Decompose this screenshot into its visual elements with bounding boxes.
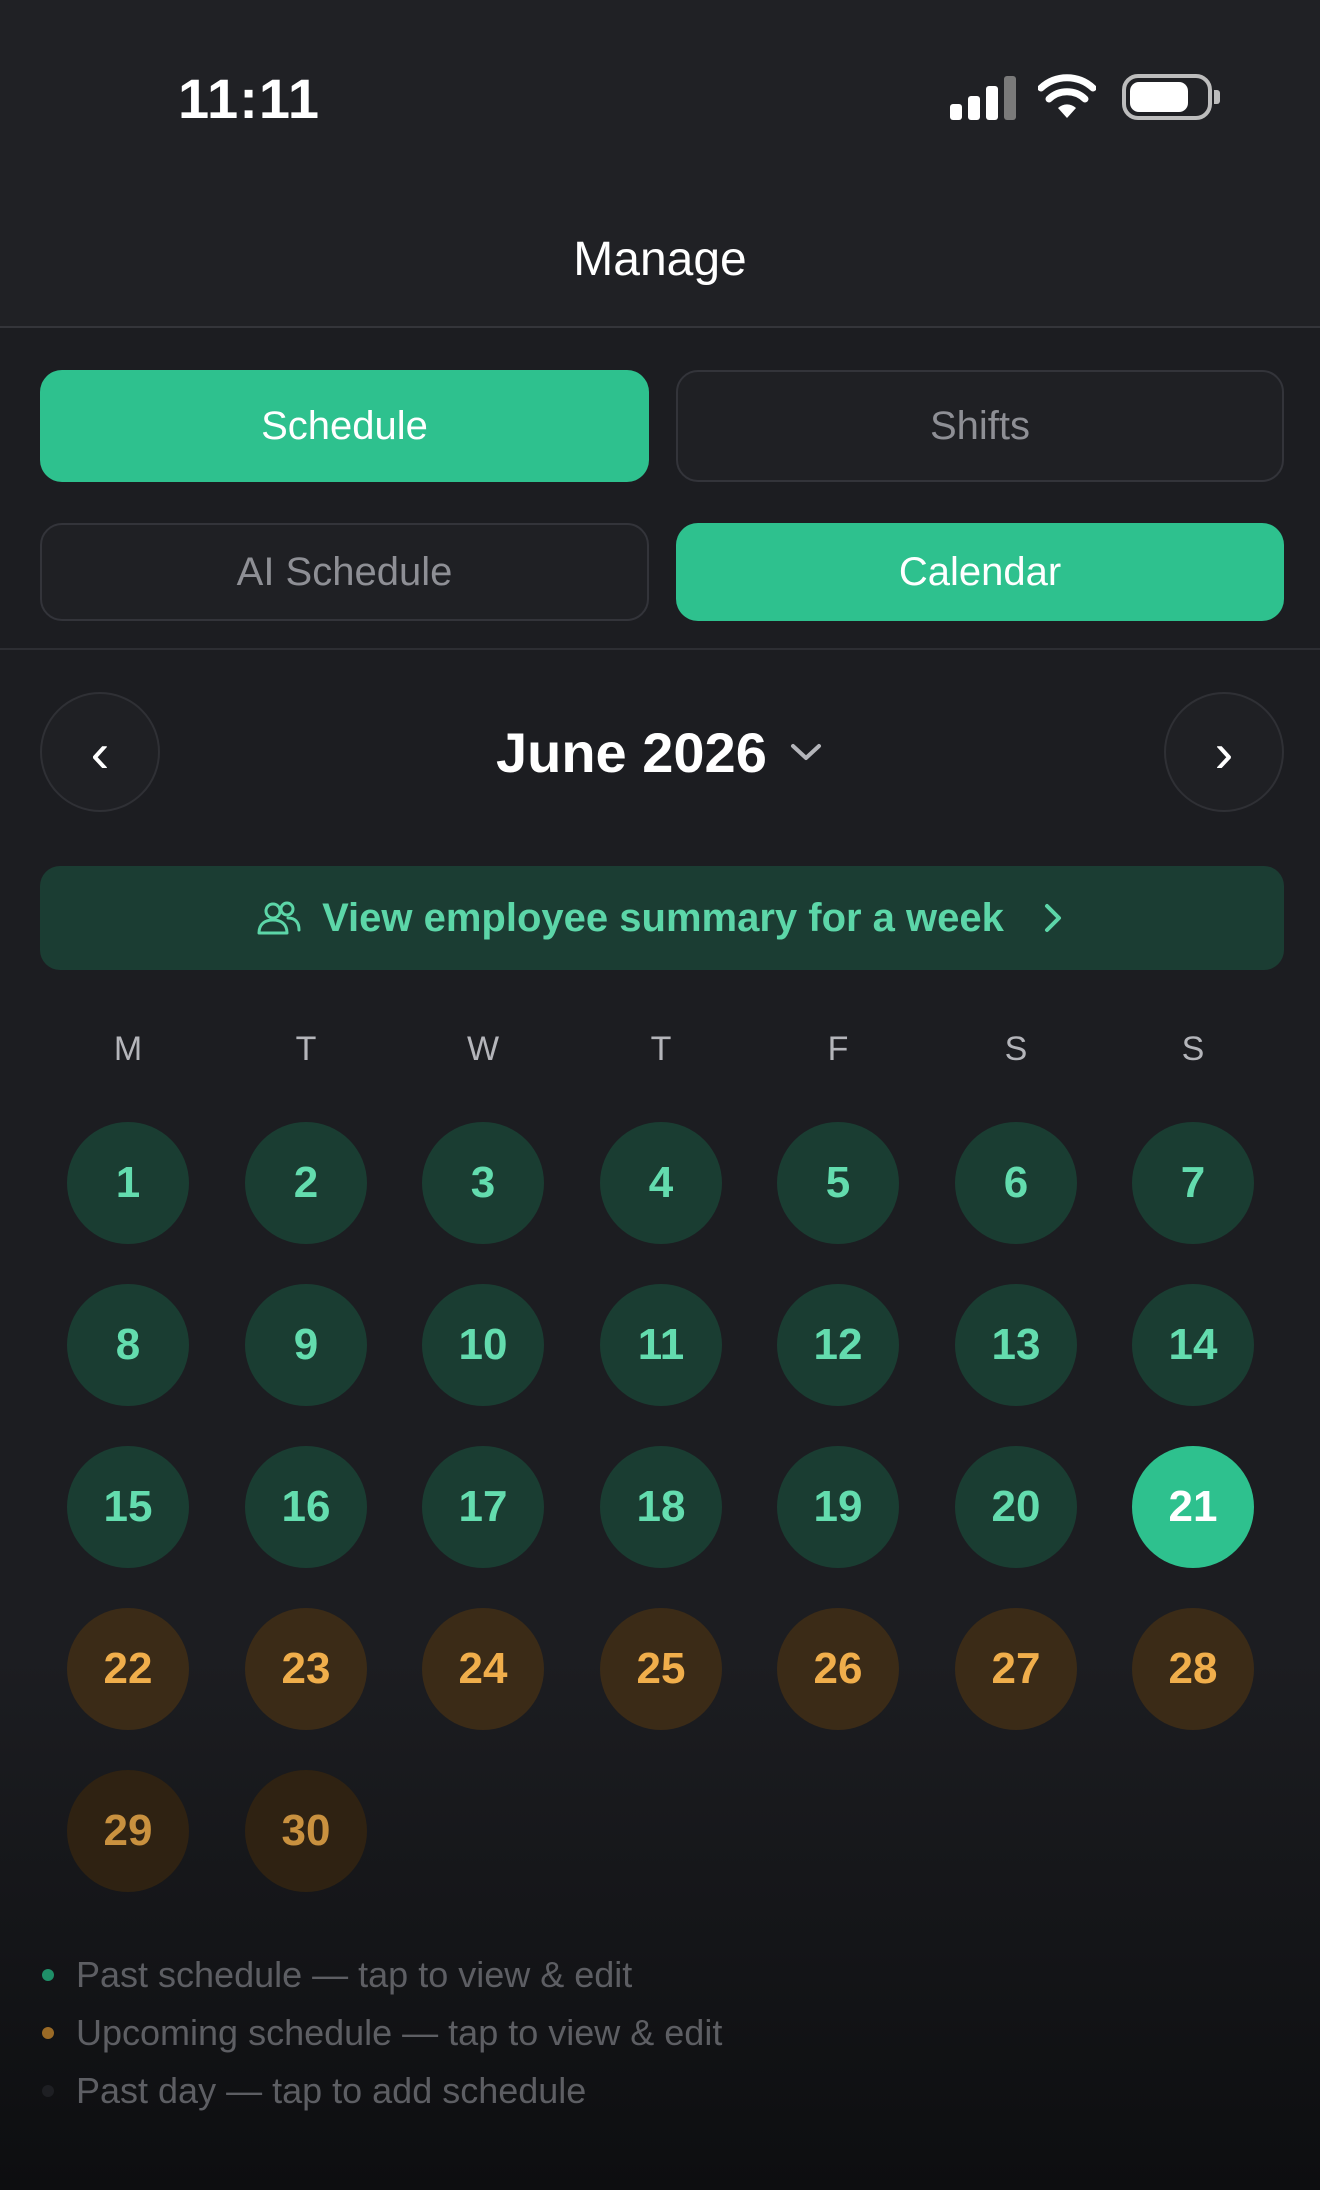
wifi-icon <box>1038 74 1096 118</box>
tab-ai-schedule[interactable]: AI Schedule <box>40 523 649 621</box>
day-cell[interactable]: 18 <box>600 1446 722 1568</box>
gray-dot-icon <box>42 2085 54 2097</box>
legend-past-day: Past day — tap to add schedule <box>40 2070 586 2112</box>
day-cell[interactable]: 19 <box>777 1446 899 1568</box>
chevron-right-icon: › <box>1214 720 1234 784</box>
legend-past-schedule: Past schedule — tap to view & edit <box>40 1954 632 1996</box>
page-background <box>0 0 1320 2190</box>
day-cell[interactable]: 16 <box>245 1446 367 1568</box>
day-cell[interactable]: 12 <box>777 1284 899 1406</box>
tab-schedule[interactable]: Schedule <box>40 370 649 482</box>
day-cell[interactable]: 15 <box>67 1446 189 1568</box>
employee-summary-button[interactable]: View employee summary for a week <box>40 866 1284 970</box>
orange-dot-icon <box>42 2027 54 2039</box>
day-cell[interactable]: 17 <box>422 1446 544 1568</box>
day-cell[interactable]: 8 <box>67 1284 189 1406</box>
day-cell[interactable]: 11 <box>600 1284 722 1406</box>
day-cell[interactable]: 5 <box>777 1122 899 1244</box>
legend-label: Past day — tap to add schedule <box>76 2070 587 2111</box>
summary-label: View employee summary for a week <box>322 895 1004 940</box>
weekday-label: T <box>295 1030 317 1068</box>
day-cell[interactable]: 28 <box>1132 1608 1254 1730</box>
people-icon <box>257 901 301 935</box>
day-cell[interactable]: 29 <box>67 1770 189 1892</box>
day-cell[interactable]: 3 <box>422 1122 544 1244</box>
legend-upcoming-schedule: Upcoming schedule — tap to view & edit <box>40 2012 722 2054</box>
chevron-left-icon: ‹ <box>90 720 110 784</box>
status-bar: 11:11 <box>0 0 1320 200</box>
weekday-label: F <box>827 1030 849 1068</box>
day-cell[interactable]: 2 <box>245 1122 367 1244</box>
tabs-divider <box>0 648 1320 650</box>
day-cell[interactable]: 20 <box>955 1446 1077 1568</box>
month-label[interactable]: June 2026 <box>496 720 767 785</box>
day-cell[interactable]: 24 <box>422 1608 544 1730</box>
tab-shifts[interactable]: Shifts <box>676 370 1284 482</box>
weekday-label: S <box>1181 1030 1205 1068</box>
day-cell[interactable]: 26 <box>777 1608 899 1730</box>
nav-header: Manage <box>0 200 1320 328</box>
prev-month-button[interactable]: ‹ <box>40 692 160 812</box>
weekday-label: T <box>650 1030 672 1068</box>
day-cell[interactable]: 27 <box>955 1608 1077 1730</box>
day-cell[interactable]: 14 <box>1132 1284 1254 1406</box>
day-cell[interactable]: 7 <box>1132 1122 1254 1244</box>
day-cell[interactable]: 23 <box>245 1608 367 1730</box>
day-cell[interactable]: 4 <box>600 1122 722 1244</box>
page-title: Manage <box>573 233 747 286</box>
day-cell[interactable]: 22 <box>67 1608 189 1730</box>
signal-icon <box>950 76 1016 120</box>
chevron-right-icon <box>1044 904 1061 932</box>
weekday-label: M <box>113 1030 143 1068</box>
tab-calendar[interactable]: Calendar <box>676 523 1284 621</box>
battery-icon <box>1122 74 1220 120</box>
day-cell[interactable]: 10 <box>422 1284 544 1406</box>
weekday-label: S <box>1004 1030 1028 1068</box>
green-dot-icon <box>42 1969 54 1981</box>
legend-label: Upcoming schedule — tap to view & edit <box>76 2012 723 2053</box>
day-cell[interactable]: 25 <box>600 1608 722 1730</box>
next-month-button[interactable]: › <box>1164 692 1284 812</box>
day-cell[interactable]: 13 <box>955 1284 1077 1406</box>
legend-label: Past schedule — tap to view & edit <box>76 1954 633 1995</box>
day-cell[interactable]: 6 <box>955 1122 1077 1244</box>
day-cell-today[interactable]: 21 <box>1132 1446 1254 1568</box>
day-cell[interactable]: 30 <box>245 1770 367 1892</box>
status-time: 11:11 <box>178 67 321 130</box>
day-cell[interactable]: 1 <box>67 1122 189 1244</box>
weekday-label: W <box>466 1030 500 1068</box>
day-cell[interactable]: 9 <box>245 1284 367 1406</box>
chevron-down-icon[interactable] <box>788 738 824 766</box>
